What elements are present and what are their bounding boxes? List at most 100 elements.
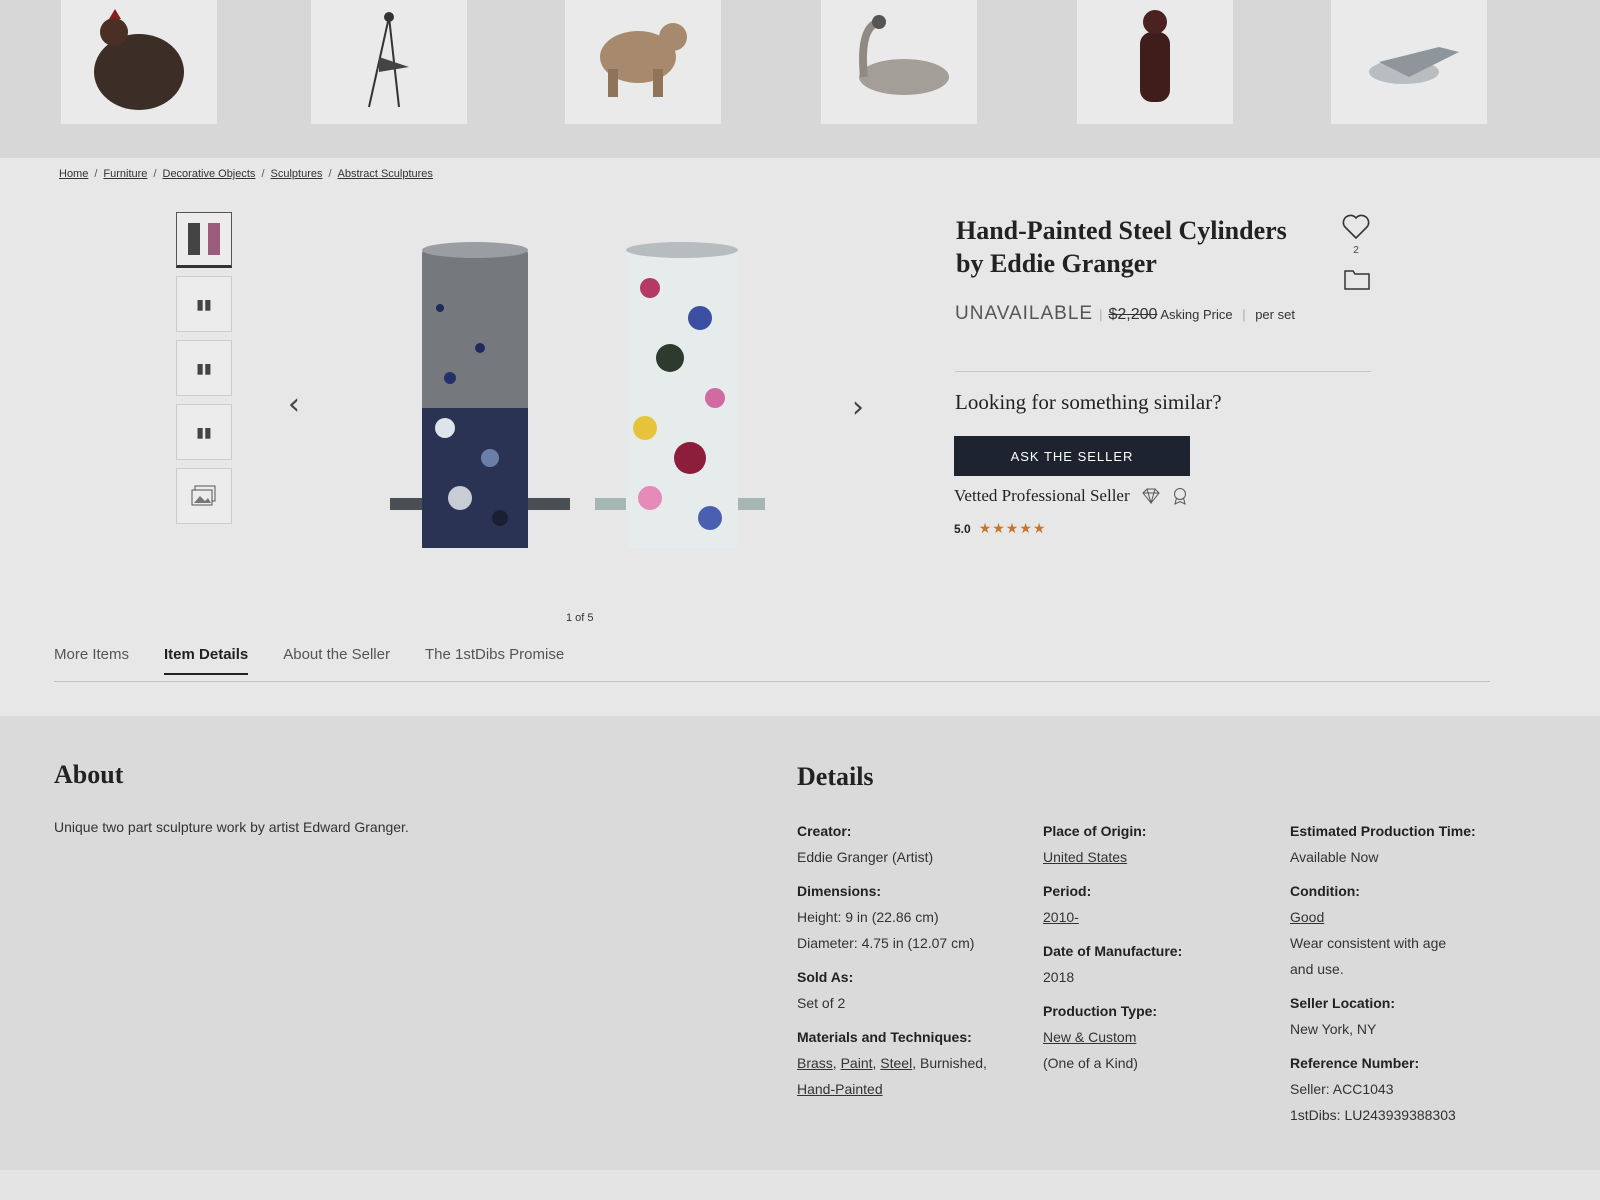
- detail-tabs: More Items Item Details About the Seller…: [54, 646, 564, 675]
- breadcrumb-separator: /: [153, 168, 157, 180]
- cylinders-thumbnail-icon: ▮▮: [196, 359, 212, 376]
- breadcrumb-separator: /: [328, 168, 332, 180]
- breadcrumb: Home / Furniture / Decorative Objects / …: [59, 168, 433, 180]
- thumbnail-4[interactable]: ▮▮: [176, 404, 232, 460]
- thumbnail-list: ▮▮ ▮▮ ▮▮: [176, 212, 232, 532]
- section-divider: [955, 371, 1371, 372]
- cylinders-thumbnail-icon: ▮▮: [196, 295, 212, 312]
- product-title: Hand-Painted Steel Cylinders by Eddie Gr…: [956, 216, 1287, 278]
- thumbnail-1[interactable]: [176, 212, 232, 268]
- price-info: UNAVAILABLE | $2,200 Asking Price | per se…: [955, 300, 1315, 329]
- ask-seller-button[interactable]: ASK THE SELLER: [954, 436, 1190, 476]
- related-items-strip: [0, 0, 1600, 162]
- details-column-2: Place of Origin: United States Period: 2…: [1043, 818, 1273, 1076]
- origin-label: Place of Origin:: [1043, 823, 1147, 839]
- breadcrumb-separator: /: [94, 168, 98, 180]
- details-column-3: Estimated Production Time: Available Now…: [1290, 818, 1530, 1128]
- material-burnished: Burnished: [919, 1055, 984, 1071]
- thumbnail-3[interactable]: ▮▮: [176, 340, 232, 396]
- heron-figure-image: [368, 12, 409, 108]
- vetted-seller-label: Vetted Professional Seller: [954, 486, 1130, 505]
- related-item-card[interactable]: [311, 0, 467, 124]
- about-text: Unique two part sculpture work by artist…: [54, 819, 409, 835]
- period-label: Period:: [1043, 883, 1092, 899]
- material-link-brass[interactable]: Brass: [797, 1055, 833, 1071]
- similar-heading: Looking for something similar?: [955, 390, 1222, 414]
- period-link[interactable]: 2010-: [1043, 909, 1079, 925]
- est-time-label: Estimated Production Time:: [1290, 823, 1476, 839]
- vetted-seller-row: Vetted Professional Seller: [954, 486, 1188, 506]
- breadcrumb-home[interactable]: Home: [59, 168, 88, 180]
- steel-cylinders-image: [390, 242, 765, 548]
- rating-value: 5.0: [954, 522, 971, 536]
- material-link-hand-painted[interactable]: Hand-Painted: [797, 1081, 883, 1097]
- breadcrumb-sculptures[interactable]: Sculptures: [271, 168, 323, 180]
- bear-figure-image: [1140, 10, 1170, 102]
- breadcrumb-separator: /: [261, 168, 265, 180]
- manufacture-label: Date of Manufacture:: [1043, 943, 1183, 959]
- gallery-icon: [191, 485, 216, 506]
- price-unit: per set: [1255, 307, 1295, 322]
- tabs-divider: [54, 681, 1490, 682]
- condition-note: Wear consistent with age and use.: [1290, 935, 1447, 977]
- dimensions-label: Dimensions:: [797, 883, 882, 899]
- sold-as-value: Set of 2: [797, 995, 846, 1011]
- price-label: Asking Price: [1160, 307, 1233, 322]
- seller-location-label: Seller Location:: [1290, 995, 1396, 1011]
- details-heading: Details: [797, 762, 874, 791]
- chevron-left-icon[interactable]: ‹: [288, 387, 300, 422]
- reference-1stdibs: 1stDibs: LU243939388303: [1290, 1107, 1456, 1123]
- condition-link[interactable]: Good: [1290, 909, 1324, 925]
- thumbnail-2[interactable]: ▮▮: [176, 276, 232, 332]
- est-time-value: Available Now: [1290, 849, 1379, 865]
- sold-as-label: Sold As:: [797, 969, 854, 985]
- award-icon[interactable]: [1172, 487, 1188, 505]
- main-product-image: [350, 228, 830, 568]
- materials-value: Brass, Paint, Steel, Burnished, Hand-Pai…: [797, 1055, 987, 1097]
- hen-figure-image: [94, 9, 184, 110]
- tab-about-seller[interactable]: About the Seller: [283, 646, 390, 675]
- manufacture-value: 2018: [1043, 969, 1075, 985]
- breadcrumb-decorative-objects[interactable]: Decorative Objects: [163, 168, 256, 180]
- asking-price: $2,200: [1108, 306, 1158, 323]
- tab-item-details[interactable]: Item Details: [164, 646, 249, 675]
- image-counter: 1 of 5: [566, 612, 594, 624]
- tab-more-items[interactable]: More Items: [54, 646, 129, 675]
- materials-label: Materials and Techniques:: [797, 1029, 972, 1045]
- diamond-icon[interactable]: [1141, 488, 1160, 504]
- tab-1stdibs-promise[interactable]: The 1stDibs Promise: [425, 646, 564, 675]
- details-column-1: Creator: Eddie Granger (Artist) Dimensio…: [797, 818, 1027, 1102]
- thumbnail-more[interactable]: [176, 468, 232, 524]
- cylinders-thumbnail-image: [188, 223, 220, 255]
- save-to-folder-button[interactable]: [1344, 268, 1370, 295]
- production-type-note: (One of a Kind): [1043, 1055, 1138, 1071]
- breadcrumb-abstract-sculptures[interactable]: Abstract Sculptures: [338, 168, 433, 180]
- breadcrumb-furniture[interactable]: Furniture: [103, 168, 147, 180]
- chevron-right-icon[interactable]: ›: [852, 390, 864, 425]
- reference-label: Reference Number:: [1290, 1055, 1420, 1071]
- related-item-card[interactable]: [821, 0, 977, 124]
- folder-icon: [1344, 270, 1370, 290]
- bird-figure-image: [1369, 47, 1459, 84]
- material-link-paint[interactable]: Paint: [841, 1055, 873, 1071]
- related-item-card[interactable]: [565, 0, 721, 124]
- price-divider: |: [1099, 307, 1103, 322]
- related-item-card[interactable]: [1077, 0, 1233, 124]
- favorite-count: 2: [1353, 245, 1359, 256]
- production-type-link[interactable]: New & Custom: [1043, 1029, 1136, 1045]
- swan-figure-image: [859, 15, 949, 95]
- seller-rating: 5.0 ★★★★★: [954, 521, 1046, 537]
- cylinders-thumbnail-icon: ▮▮: [196, 423, 212, 440]
- related-item-card[interactable]: [1331, 0, 1487, 124]
- related-item-card[interactable]: [61, 0, 217, 124]
- price-divider: |: [1242, 307, 1246, 322]
- favorite-button[interactable]: 2: [1342, 214, 1370, 256]
- production-type-label: Production Type:: [1043, 1003, 1158, 1019]
- dimension-height: Height: 9 in (22.86 cm): [797, 909, 939, 925]
- creator-value: Eddie Granger (Artist): [797, 849, 934, 865]
- condition-label: Condition:: [1290, 883, 1360, 899]
- reference-seller: Seller: ACC1043: [1290, 1081, 1394, 1097]
- rating-stars-icon: ★★★★★: [978, 521, 1047, 537]
- origin-link[interactable]: United States: [1043, 849, 1127, 865]
- material-link-steel[interactable]: Steel: [880, 1055, 912, 1071]
